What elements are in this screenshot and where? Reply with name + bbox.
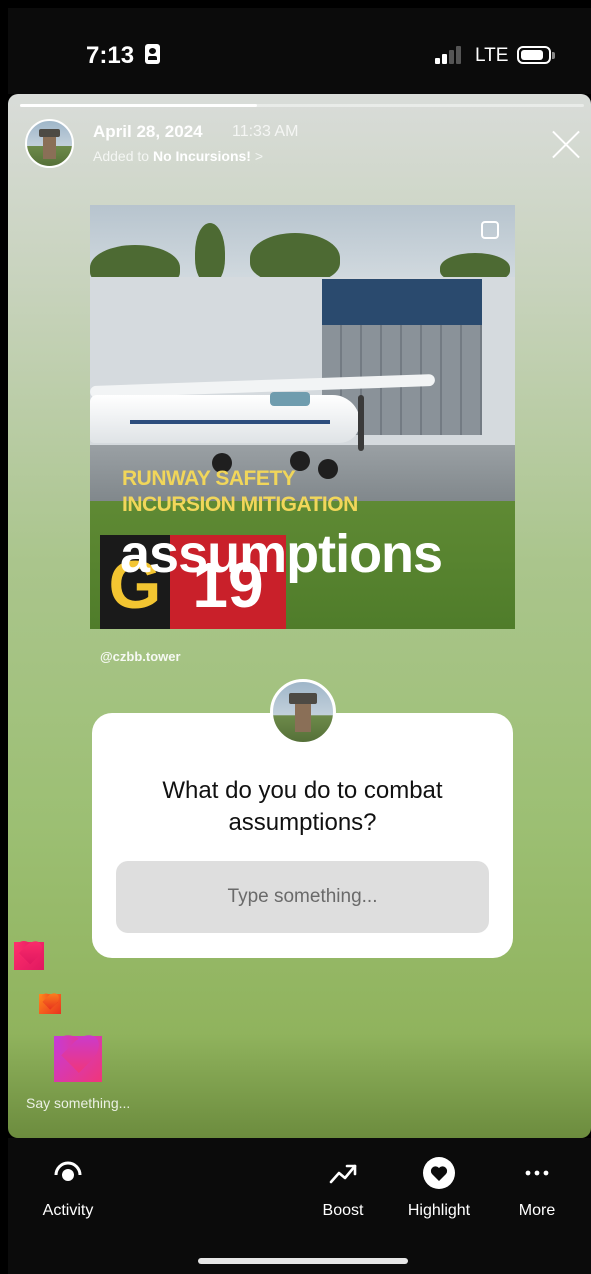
close-icon[interactable] xyxy=(546,124,586,164)
battery-icon xyxy=(517,46,555,64)
boost-button[interactable]: Boost xyxy=(308,1152,378,1232)
post-title-line1: RUNWAY SAFETY xyxy=(122,467,296,490)
clock: 7:13 xyxy=(86,42,135,69)
signal-bar xyxy=(435,58,440,64)
question-prompt: What do you do to combat assumptions? xyxy=(162,777,443,836)
avatar[interactable] xyxy=(25,119,74,168)
story-viewer[interactable]: April 28, 2024 11:33 AM Added to No Incu… xyxy=(8,94,591,1138)
heart-reaction-icon xyxy=(14,942,44,970)
reply-input[interactable]: Say something... xyxy=(26,1095,130,1111)
eye-icon xyxy=(54,1161,82,1181)
activity-button[interactable]: Activity xyxy=(28,1152,108,1232)
story-action-bar: Activity Boost Highlight More xyxy=(8,1138,591,1274)
cell-signal-icon xyxy=(435,46,467,64)
highlight-button[interactable]: Highlight xyxy=(394,1152,484,1232)
story-progress-bar xyxy=(20,104,584,107)
heart-reaction-icon xyxy=(54,1036,102,1082)
heart-reaction-icon xyxy=(39,994,61,1014)
network-type: LTE xyxy=(475,45,509,66)
post-author-handle[interactable]: @czbb.tower xyxy=(100,649,181,664)
question-answer-input[interactable] xyxy=(116,861,489,933)
shared-post-image[interactable]: G 19 RUNWAY SAFETY INCURSION MITIGATION … xyxy=(90,205,515,629)
multi-image-icon xyxy=(481,221,499,239)
more-dots-icon xyxy=(525,1170,549,1176)
contact-card-icon xyxy=(145,44,160,64)
signal-bar xyxy=(442,54,447,64)
tower-avatar-image xyxy=(43,133,56,159)
signal-bar xyxy=(456,46,461,64)
signal-bar xyxy=(449,50,454,64)
highlight-link[interactable]: Added to No Incursions! > xyxy=(93,148,263,164)
status-bar: 7:13 LTE xyxy=(8,8,591,94)
story-progress-fill xyxy=(20,104,257,107)
question-sticker-avatar xyxy=(270,679,336,745)
highlight-name: No Incursions! xyxy=(152,148,251,164)
post-title-line2: INCURSION MITIGATION xyxy=(122,493,358,516)
story-date: April 28, 2024 xyxy=(93,122,203,141)
heart-circle-icon xyxy=(423,1157,455,1189)
trending-up-icon xyxy=(329,1164,357,1184)
chevron-right-icon: > xyxy=(254,148,264,164)
added-to-label: Added to xyxy=(93,148,150,164)
story-time: 11:33 AM xyxy=(232,123,299,140)
more-button[interactable]: More xyxy=(504,1152,570,1232)
question-sticker[interactable]: What do you do to combat assumptions? xyxy=(92,713,513,958)
post-headline: assumptions xyxy=(120,524,443,584)
home-indicator[interactable] xyxy=(198,1258,408,1264)
airplane xyxy=(90,395,360,443)
